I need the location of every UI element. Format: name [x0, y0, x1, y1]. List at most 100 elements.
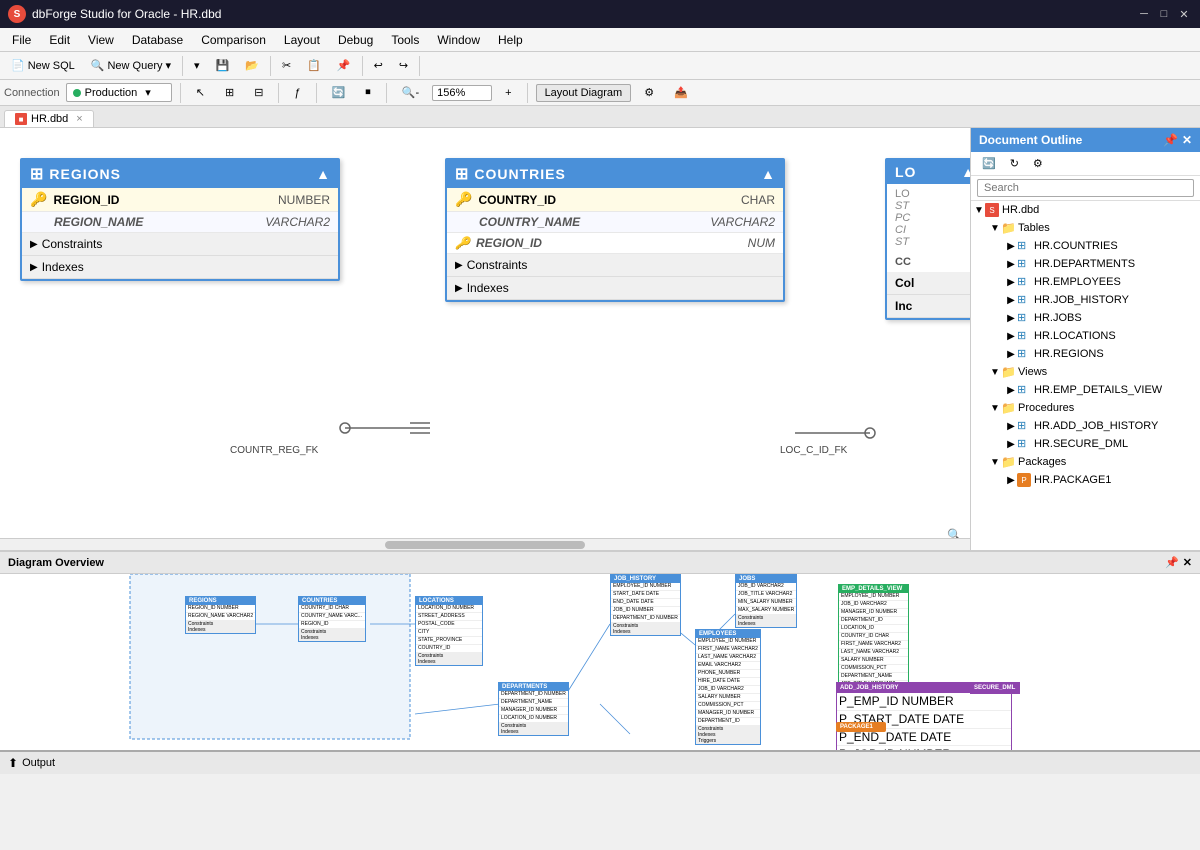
tree-tables-folder[interactable]: ▼ 📁 Tables [971, 219, 1200, 237]
outline-refresh2-btn[interactable]: ↻ [1005, 155, 1024, 172]
locations-col-section[interactable]: Col [887, 272, 970, 295]
menu-debug[interactable]: Debug [330, 31, 381, 49]
save-btn[interactable]: 💾 [209, 56, 237, 75]
zoom-out-btn[interactable]: 🔍- [395, 83, 426, 102]
outline-refresh-btn[interactable]: 🔄 [977, 155, 1001, 172]
tree-item-hr-locations[interactable]: ▶ ⊞ HR.LOCATIONS [971, 327, 1200, 345]
mini-jh-f3: END_DATE DATE [611, 599, 680, 607]
countries-toggle[interactable]: ▶ [1005, 241, 1017, 252]
regions-collapse-btn[interactable]: ▲ [316, 166, 330, 182]
diagram-area[interactable]: COUNTR_REG_FK LOC_C_ID_FK ⊞ REGIONS ▲ 🔑 … [0, 128, 970, 550]
emp-details-view-toggle[interactable]: ▶ [1005, 385, 1017, 396]
package1-toggle[interactable]: ▶ [1005, 475, 1017, 486]
overview-pin-btn[interactable]: 📌 [1165, 556, 1179, 569]
regions-toggle[interactable]: ▶ [1005, 349, 1017, 360]
tree-item-hr-emp-details-view[interactable]: ▶ ⊞ HR.EMP_DETAILS_VIEW [971, 381, 1200, 399]
tree-item-hr-job-history[interactable]: ▶ ⊞ HR.JOB_HISTORY [971, 291, 1200, 309]
overview-close-btn[interactable]: ✕ [1183, 556, 1192, 569]
menu-database[interactable]: Database [124, 31, 191, 49]
countries-table: ⊞ COUNTRIES ▲ 🔑 COUNTRY_ID CHAR COUNTRY_… [445, 158, 785, 302]
tree-views-folder[interactable]: ▼ 📁 Views [971, 363, 1200, 381]
tree-item-hr-employees[interactable]: ▶ ⊞ HR.EMPLOYEES [971, 273, 1200, 291]
menu-edit[interactable]: Edit [41, 31, 78, 49]
minimize-button[interactable]: ─ [1136, 6, 1152, 22]
formula-btn[interactable]: ƒ [287, 84, 307, 102]
table-tool-btn[interactable]: ⊞ [218, 83, 241, 102]
open-btn[interactable]: 📂 [238, 56, 266, 75]
locations-collapse-btn[interactable]: ▲ [961, 164, 970, 180]
menu-window[interactable]: Window [429, 31, 488, 49]
menu-help[interactable]: Help [490, 31, 531, 49]
secure-dml-toggle[interactable]: ▶ [1005, 439, 1017, 450]
title-controls[interactable]: ─ □ ✕ [1136, 6, 1192, 22]
dropdown-btn-1[interactable]: ▾ [187, 56, 207, 75]
departments-toggle[interactable]: ▶ [1005, 259, 1017, 270]
tree-item-hr-add-job-history[interactable]: ▶ ⊞ HR.ADD_JOB_HISTORY [971, 417, 1200, 435]
overview-canvas[interactable]: REGIONS REGION_ID NUMBER REGION_NAME VAR… [0, 574, 1200, 750]
locations-inc-section[interactable]: Inc [887, 295, 970, 318]
field-name-region-name: REGION_NAME [54, 215, 259, 229]
tree-item-hr-regions[interactable]: ▶ ⊞ HR.REGIONS [971, 345, 1200, 363]
layout-diagram-btn[interactable]: Layout Diagram [536, 84, 632, 102]
new-sql-button[interactable]: 📄 New SQL [4, 56, 82, 75]
menu-view[interactable]: View [80, 31, 122, 49]
connection-dropdown[interactable]: Production ▾ [66, 83, 172, 102]
locations-toggle[interactable]: ▶ [1005, 331, 1017, 342]
countries-indexes-section[interactable]: ▶ Indexes [447, 277, 783, 300]
tables-toggle[interactable]: ▼ [989, 223, 1001, 234]
tab-hr-dbd[interactable]: ■ HR.dbd × [4, 110, 94, 127]
procedures-toggle[interactable]: ▼ [989, 403, 1001, 414]
outline-settings-btn[interactable]: ⚙ [1028, 155, 1048, 172]
zoom-in-btn[interactable]: + [498, 84, 518, 102]
tab-close-btn[interactable]: × [76, 113, 82, 125]
new-query-button[interactable]: 🔍 New Query ▾ [84, 56, 178, 75]
copy-btn[interactable]: 📋 [300, 56, 328, 75]
views-toggle[interactable]: ▼ [989, 367, 1001, 378]
export-btn[interactable]: 📤 [667, 83, 695, 102]
regions-constraints-section[interactable]: ▶ Constraints [22, 233, 338, 256]
tree-procedures-folder[interactable]: ▼ 📁 Procedures [971, 399, 1200, 417]
root-toggle[interactable]: ▼ [973, 205, 985, 216]
menu-layout[interactable]: Layout [276, 31, 328, 49]
tree-packages-folder[interactable]: ▼ 📁 Packages [971, 453, 1200, 471]
menu-comparison[interactable]: Comparison [193, 31, 274, 49]
connection-dropdown-arrow[interactable]: ▾ [145, 86, 151, 99]
maximize-button[interactable]: □ [1156, 6, 1172, 22]
menu-file[interactable]: File [4, 31, 39, 49]
tree-item-hr-secure-dml[interactable]: ▶ ⊞ HR.SECURE_DML [971, 435, 1200, 453]
job-history-toggle[interactable]: ▶ [1005, 295, 1017, 306]
tree-root-hrdbd[interactable]: ▼ S HR.dbd [971, 201, 1200, 219]
countries-constraints-section[interactable]: ▶ Constraints [447, 254, 783, 277]
countries-collapse-btn[interactable]: ▲ [761, 166, 775, 182]
outline-pin-btn[interactable]: 📌 [1163, 133, 1178, 147]
diagram-hscrollbar[interactable] [0, 538, 970, 550]
undo-btn[interactable]: ↩ [367, 56, 390, 75]
pk-icon: 🔑 [30, 191, 47, 208]
redo-btn[interactable]: ↪ [392, 56, 415, 75]
new-query-dropdown-icon[interactable]: ▾ [166, 59, 172, 72]
cut-btn[interactable]: ✂ [275, 56, 298, 75]
tree-item-hr-departments[interactable]: ▶ ⊞ HR.DEPARTMENTS [971, 255, 1200, 273]
close-button[interactable]: ✕ [1176, 6, 1192, 22]
select-tool-btn[interactable]: ↖ [189, 83, 212, 102]
stop-btn[interactable]: ⏹ [358, 83, 378, 102]
outline-search-input[interactable] [977, 179, 1194, 197]
outline-close-btn[interactable]: ✕ [1182, 133, 1192, 147]
tree-item-hr-package1[interactable]: ▶ P HR.PACKAGE1 [971, 471, 1200, 489]
tree-item-hr-jobs[interactable]: ▶ ⊞ HR.JOBS [971, 309, 1200, 327]
paste-btn[interactable]: 📌 [330, 56, 358, 75]
countries-table-icon: ⊞ [455, 164, 468, 184]
add-job-history-toggle[interactable]: ▶ [1005, 421, 1017, 432]
tree-item-hr-countries[interactable]: ▶ ⊞ HR.COUNTRIES [971, 237, 1200, 255]
menu-tools[interactable]: Tools [383, 31, 427, 49]
output-bar[interactable]: ⬆ Output [0, 750, 1200, 774]
packages-toggle[interactable]: ▼ [989, 457, 1001, 468]
regions-indexes-section[interactable]: ▶ Indexes [22, 256, 338, 279]
zoom-input[interactable] [432, 85, 492, 101]
employees-toggle[interactable]: ▶ [1005, 277, 1017, 288]
refresh-btn[interactable]: 🔄 [325, 83, 353, 102]
layout-options-btn[interactable]: ⚙ [637, 83, 661, 102]
grid-tool-btn[interactable]: ⊟ [247, 83, 270, 102]
mini-package1: PACKAGE1 [836, 722, 886, 732]
jobs-toggle[interactable]: ▶ [1005, 313, 1017, 324]
